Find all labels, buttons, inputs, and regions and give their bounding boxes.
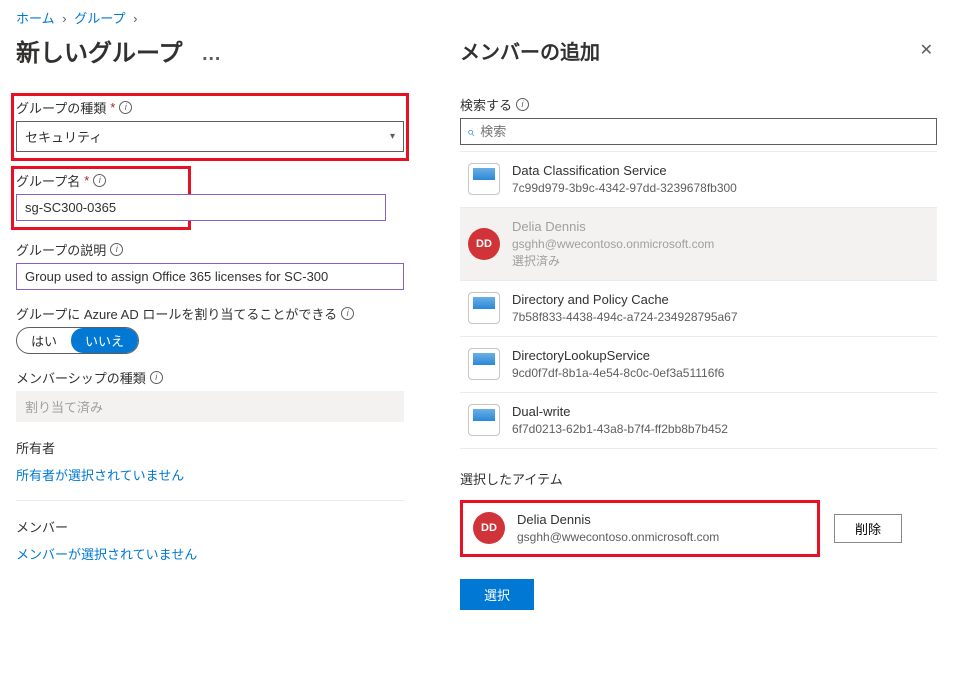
remove-button[interactable]: 削除	[834, 514, 902, 543]
more-icon[interactable]: …	[201, 43, 222, 65]
owners-label: 所有者	[16, 438, 404, 457]
select-button[interactable]: 選択	[460, 579, 534, 610]
highlight-group-type: グループの種類* i セキュリティ ▾	[11, 93, 409, 161]
membership-type-label: メンバーシップの種類 i	[16, 368, 404, 387]
search-results[interactable]: Data Classification Service7c99d979-3b9c…	[460, 151, 937, 451]
avatar: DD	[468, 228, 500, 260]
aad-roles-label: グループに Azure AD ロールを割り当てることができる i	[16, 304, 404, 323]
close-icon[interactable]: ✕	[920, 40, 933, 60]
info-icon[interactable]: i	[119, 101, 132, 114]
group-name-label: グループ名* i	[16, 171, 186, 190]
search-input[interactable]	[478, 123, 930, 140]
app-icon	[468, 292, 500, 324]
group-type-label: グループの種類* i	[16, 98, 404, 117]
highlight-group-name: グループ名* i	[11, 166, 191, 230]
group-desc-input[interactable]	[16, 263, 404, 290]
breadcrumb-home[interactable]: ホーム	[16, 11, 55, 26]
aad-roles-toggle[interactable]: はい いいえ	[16, 327, 139, 354]
result-row[interactable]: DirectoryLookupService9cd0f7df-8b1a-4e54…	[460, 337, 937, 393]
avatar: DD	[473, 512, 505, 544]
selected-item-highlight: DD Delia Dennis gsghh@wwecontoso.onmicro…	[460, 500, 820, 557]
search-icon: ⌕	[467, 124, 474, 140]
info-icon[interactable]: i	[516, 98, 529, 111]
toggle-yes[interactable]: はい	[17, 328, 71, 353]
result-sub: 6f7d0213-62b1-43a8-b7f4-ff2bb8b7b452	[512, 421, 728, 438]
result-name: Dual-write	[512, 403, 728, 421]
chevron-right-icon: ›	[133, 11, 137, 26]
result-sub: 9cd0f7df-8b1a-4e54-8c0c-0ef3a51116f6	[512, 365, 724, 382]
result-row[interactable]: Directory and Policy Cache7b58f833-4438-…	[460, 281, 937, 337]
search-box[interactable]: ⌕	[460, 118, 937, 145]
result-name: DirectoryLookupService	[512, 347, 724, 365]
info-icon[interactable]: i	[110, 243, 123, 256]
result-row[interactable]: DD Delia Dennisgsghh@wwecontoso.onmicroso…	[460, 208, 937, 281]
divider	[16, 500, 404, 501]
app-icon	[468, 404, 500, 436]
result-sub: gsghh@wwecontoso.onmicrosoft.com	[512, 236, 714, 253]
selected-item-name: Delia Dennis	[517, 511, 719, 529]
result-name: Directory and Policy Cache	[512, 291, 738, 309]
app-icon	[468, 348, 500, 380]
membership-type-value: 割り当て済み	[16, 391, 404, 422]
members-label: メンバー	[16, 517, 404, 536]
add-members-panel: ✕ メンバーの追加 検索する i ⌕ Data Classification S…	[420, 0, 957, 676]
breadcrumb: ホーム › グループ ›	[16, 8, 404, 27]
group-desc-label: グループの説明 i	[16, 240, 404, 259]
info-icon[interactable]: i	[150, 371, 163, 384]
already-selected-label: 選択済み	[512, 253, 714, 270]
panel-title: メンバーの追加	[460, 36, 937, 65]
selected-items-label: 選択したアイテム	[460, 469, 937, 488]
selected-item-sub: gsghh@wwecontoso.onmicrosoft.com	[517, 529, 719, 546]
chevron-down-icon: ▾	[390, 131, 395, 142]
breadcrumb-groups[interactable]: グループ	[74, 11, 125, 26]
page-title: 新しいグループ …	[16, 33, 404, 68]
result-name: Data Classification Service	[512, 162, 737, 180]
search-label: 検索する i	[460, 95, 937, 114]
group-type-select[interactable]: セキュリティ ▾	[16, 121, 404, 152]
members-empty-link[interactable]: メンバーが選択されていません	[16, 547, 197, 562]
result-name: Delia Dennis	[512, 218, 714, 236]
result-sub: 7c99d979-3b9c-4342-97dd-3239678fb300	[512, 180, 737, 197]
app-icon	[468, 163, 500, 195]
result-row[interactable]: Dual-write6f7d0213-62b1-43a8-b7f4-ff2bb8…	[460, 393, 937, 449]
toggle-no[interactable]: いいえ	[71, 328, 138, 353]
group-name-input[interactable]	[16, 194, 386, 221]
info-icon[interactable]: i	[93, 174, 106, 187]
info-icon[interactable]: i	[341, 307, 354, 320]
result-row[interactable]: Data Classification Service7c99d979-3b9c…	[460, 152, 937, 208]
chevron-right-icon: ›	[62, 11, 66, 26]
owners-empty-link[interactable]: 所有者が選択されていません	[16, 468, 184, 483]
result-sub: 7b58f833-4438-494c-a724-234928795a67	[512, 309, 738, 326]
